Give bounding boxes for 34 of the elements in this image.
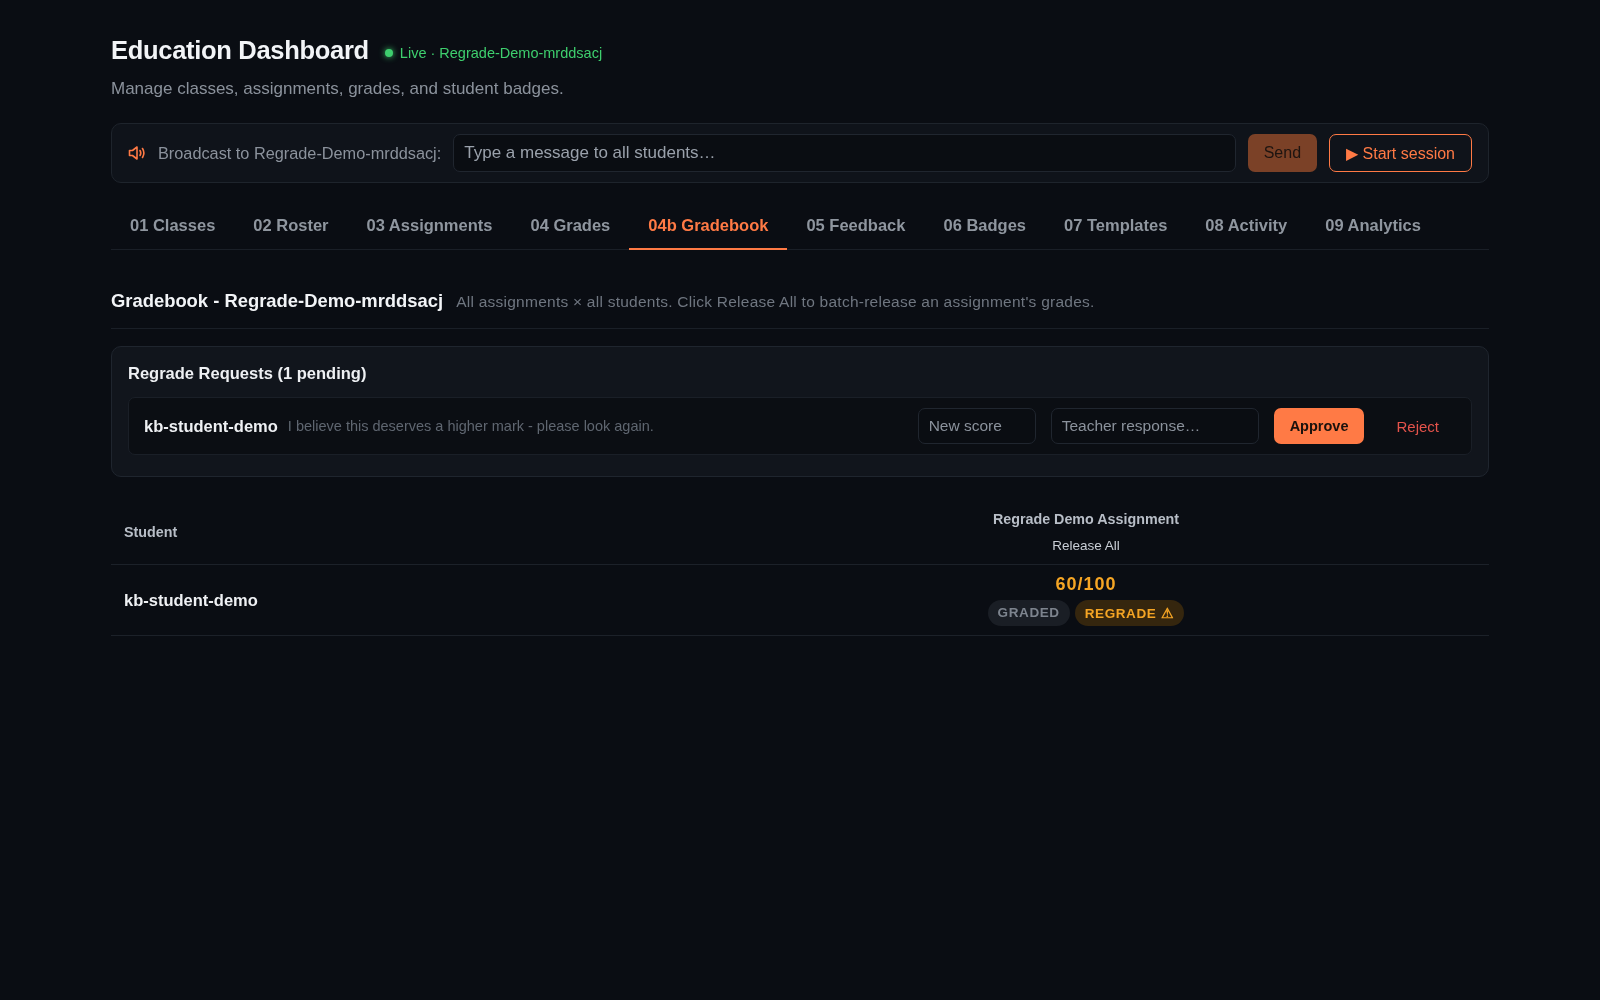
score: 60/100 [1055, 574, 1117, 595]
page-title: Education Dashboard [111, 36, 369, 65]
reject-button[interactable]: Reject [1379, 408, 1456, 444]
status-badge: REGRADE ⚠ [1074, 600, 1185, 626]
status-badge: GRADED [987, 600, 1070, 626]
section-title: Gradebook - Regrade-Demo-mrddsacj [111, 290, 444, 312]
student-name: kb-student-demo [144, 416, 278, 436]
release-all-button[interactable]: Release All [1048, 537, 1124, 553]
page-subtitle: Manage classes, assignments, grades, and student badges. [111, 79, 565, 99]
new-score-field[interactable]: New score [917, 408, 1036, 444]
panel-title: Regrade Requests (1 pending) [128, 363, 368, 384]
column-header: Student [124, 523, 178, 540]
broadcast-message-field[interactable]: Type a message to all students… [453, 134, 1236, 172]
speaker-icon [128, 145, 146, 161]
section-description: All assignments × all students. Click Release All to batch-release an assignment's grades. [456, 293, 1095, 311]
tab[interactable]: 03 Assignments [347, 201, 512, 250]
tab[interactable]: 09 Analytics [1306, 201, 1440, 250]
tab[interactable]: 01 Classes [111, 201, 235, 250]
tab[interactable]: 05 Feedback [787, 201, 925, 250]
tab[interactable]: 02 Roster [234, 201, 348, 250]
tab[interactable]: 08 Activity [1186, 201, 1307, 250]
status-dot-icon [384, 49, 393, 57]
broadcast-label: Broadcast to Regrade-Demo-mrddsacj: [158, 143, 442, 163]
request-message: I believe this deserves a higher mark - please look again. [287, 418, 655, 434]
tab[interactable]: 06 Badges [924, 201, 1045, 250]
student-name: kb-student-demo [124, 590, 258, 610]
teacher-response-field[interactable]: Teacher response… [1050, 408, 1259, 444]
column-header: Regrade Demo Assignment [992, 510, 1180, 527]
tab[interactable]: 04b Gradebook [629, 201, 788, 250]
live-status: Live · Regrade-Demo-mrddsacj [399, 45, 603, 61]
tab[interactable]: 04 Grades [511, 201, 630, 250]
tab[interactable]: 07 Templates [1045, 201, 1187, 250]
start-session-button[interactable]: ▶ Start session [1329, 134, 1472, 172]
approve-button[interactable]: Approve [1273, 408, 1365, 444]
